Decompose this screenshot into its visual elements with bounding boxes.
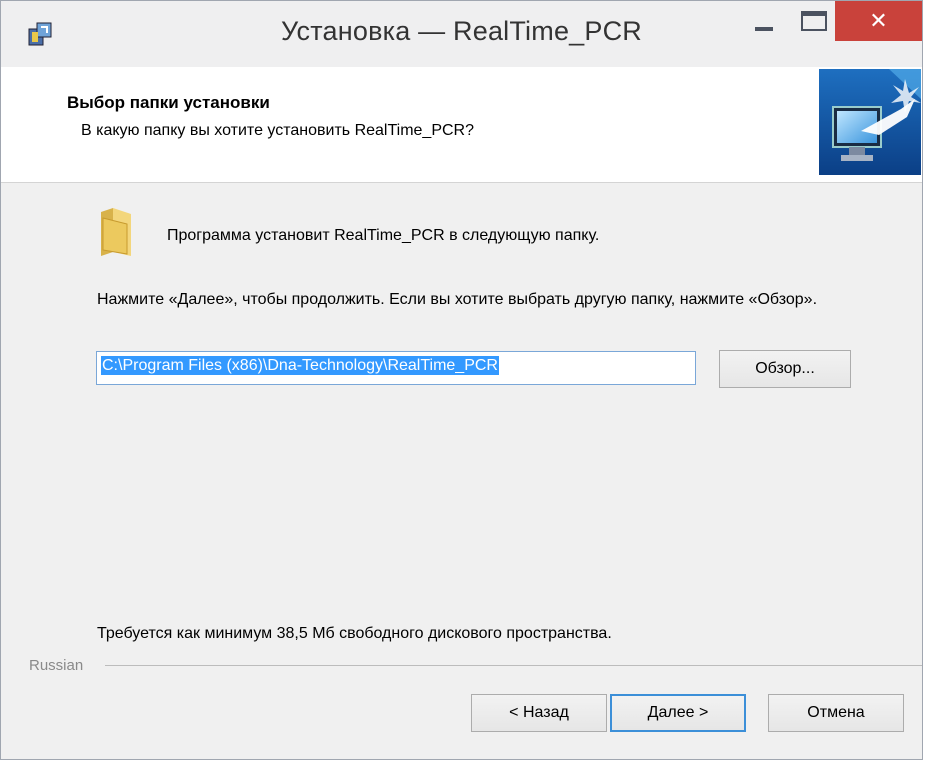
intro-text: Программа установит RealTime_PCR в следу… (167, 227, 600, 244)
title-bar[interactable]: Установка — RealTime_PCR ✕ (1, 1, 922, 68)
close-icon: ✕ (869, 8, 888, 33)
next-button[interactable]: Далее > (610, 694, 746, 732)
maximize-icon (801, 11, 827, 31)
footer-separator (105, 665, 922, 666)
maximize-button[interactable] (791, 1, 839, 41)
back-button[interactable]: < Назад (471, 694, 607, 732)
installer-window: Установка — RealTime_PCR ✕ Выбор папки у… (0, 0, 923, 760)
close-button[interactable]: ✕ (835, 1, 922, 41)
install-path-value: C:\Program Files (x86)\Dna-Technology\Re… (101, 356, 499, 375)
page-subtitle: В какую папку вы хотите установить RealT… (81, 122, 475, 139)
wizard-header: Выбор папки установки В какую папку вы х… (1, 67, 922, 183)
install-path-input[interactable]: C:\Program Files (x86)\Dna-Technology\Re… (96, 351, 696, 385)
folder-icon (101, 208, 131, 256)
minimize-button[interactable] (741, 1, 789, 41)
monitor-install-icon (819, 69, 921, 175)
minimize-icon (755, 27, 773, 31)
page-title: Выбор папки установки (67, 93, 270, 112)
language-label: Russian (29, 657, 90, 674)
browse-button[interactable]: Обзор... (719, 350, 851, 388)
cancel-button[interactable]: Отмена (768, 694, 904, 732)
disk-space-text: Требуется как минимум 38,5 Мб свободного… (97, 625, 612, 642)
instructions-text: Нажмите «Далее», чтобы продолжить. Если … (97, 291, 818, 308)
